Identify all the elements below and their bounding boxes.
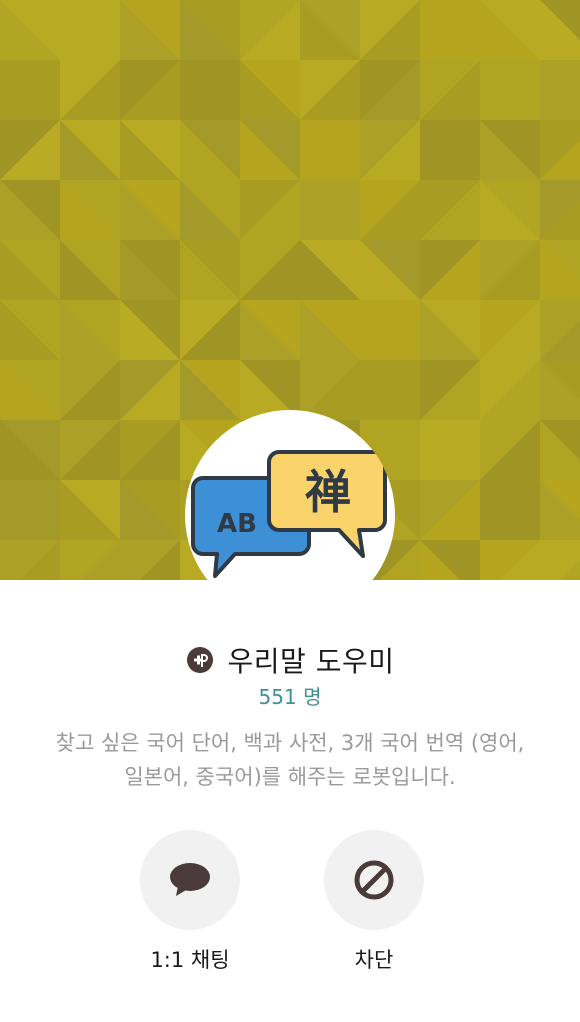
member-count[interactable]: 551 명 [0,681,580,710]
block-icon [354,860,394,900]
chat-button-circle[interactable] [140,830,240,930]
avatar-left-text: AB [217,509,257,539]
profile-description: 찾고 싶은 국어 단어, 백과 사전, 3개 국어 번역 (영어, 일본어, 중… [55,731,525,789]
profile-title-row: 우리말 도우미 [0,640,580,680]
avatar-right-text: 禅 [305,465,351,519]
avatar[interactable]: AB 禅 [185,410,395,620]
translate-bubbles-icon: AB 禅 [191,450,387,578]
profile-name: 우리말 도우미 [227,645,395,678]
block-button-circle[interactable] [324,830,424,930]
block-button-label: 차단 [354,948,394,972]
chat-button[interactable]: 1:1 채팅 [130,830,250,974]
kakao-plus-icon [186,647,213,673]
speech-bubble-icon [170,863,210,896]
block-button[interactable]: 차단 [314,830,434,974]
chat-button-label: 1:1 채팅 [150,948,230,972]
